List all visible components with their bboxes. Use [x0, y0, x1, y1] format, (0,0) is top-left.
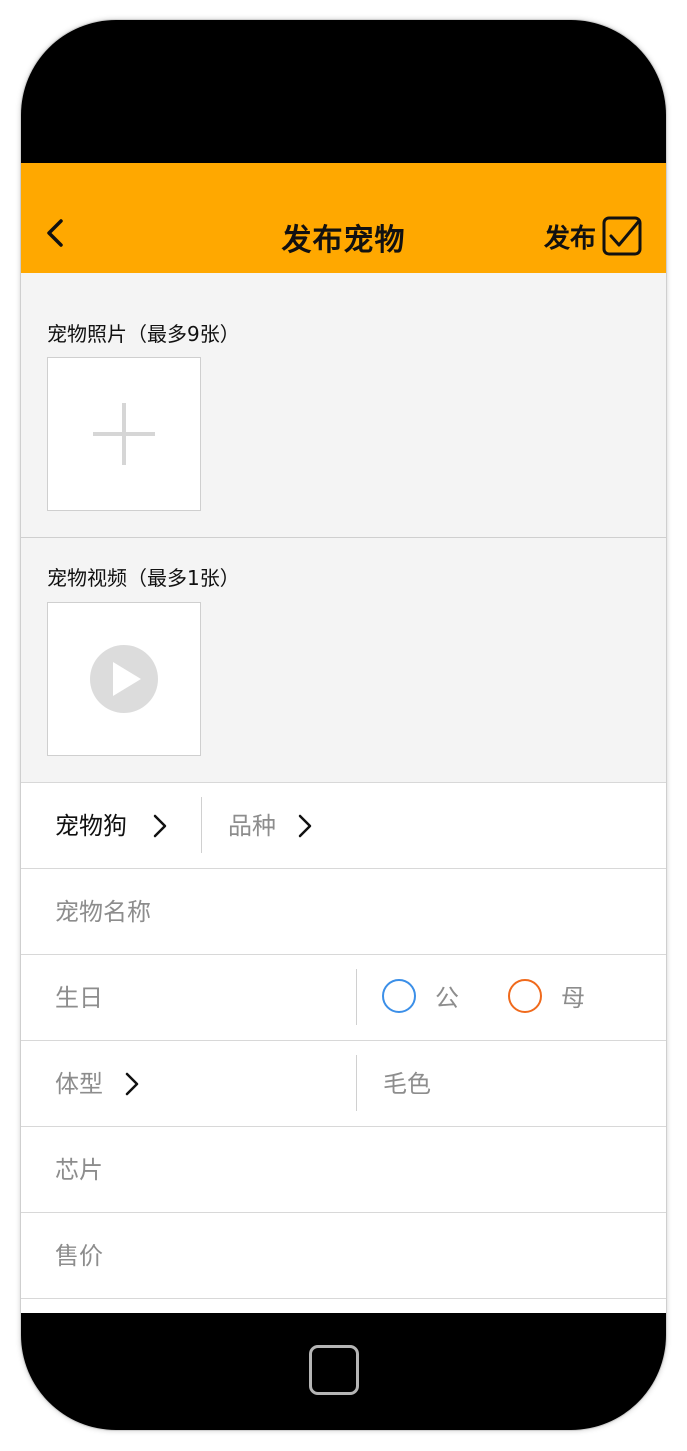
chevron-right-icon [298, 814, 312, 838]
chevron-right-icon [125, 1072, 139, 1096]
radio-circle-icon [382, 979, 416, 1013]
breed-selector[interactable]: 品种 [202, 783, 666, 869]
gender-female-radio[interactable]: 母 [487, 955, 597, 1041]
body-type-selector[interactable]: 体型 [21, 1041, 356, 1127]
pet-type-value: 宠物狗 [55, 812, 127, 840]
photos-section-title: 宠物照片（最多9张） [47, 322, 240, 346]
publish-label: 发布 [543, 223, 596, 254]
coat-color-field[interactable]: 毛色 [357, 1041, 666, 1127]
checkbox-check-icon [602, 216, 642, 256]
add-photo-button[interactable] [47, 357, 201, 511]
add-video-button[interactable] [47, 602, 201, 756]
home-button[interactable] [309, 1345, 359, 1395]
play-icon [90, 645, 158, 713]
next-row-partial [21, 1298, 666, 1313]
pet-name-field[interactable]: 宠物名称 [21, 868, 666, 954]
chip-field[interactable]: 芯片 [21, 1126, 666, 1212]
price-field[interactable]: 售价 [21, 1212, 666, 1298]
chevron-right-icon [153, 814, 167, 838]
pet-name-placeholder: 宠物名称 [55, 898, 151, 926]
gender-female-label: 母 [561, 984, 585, 1012]
birthday-gender-row: 生日 公 母 [21, 954, 666, 1040]
video-section-title: 宠物视频（最多1张） [47, 566, 240, 590]
coat-color-label: 毛色 [383, 1070, 431, 1098]
nav-bar: 发布宠物 发布 [21, 163, 666, 273]
price-label: 售价 [55, 1242, 103, 1270]
category-row: 宠物狗 品种 [21, 782, 666, 868]
gender-male-label: 公 [435, 984, 459, 1012]
body-coat-row: 体型 毛色 [21, 1040, 666, 1126]
publish-button[interactable]: 发布 [544, 215, 642, 257]
chip-label: 芯片 [55, 1156, 103, 1184]
breed-label: 品种 [228, 812, 276, 840]
phone-frame: 发布宠物 发布 宠物照片（最多9张） 宠物视频（最多1张） 宠物狗 品种 宠物名… [21, 20, 666, 1430]
radio-circle-icon [508, 979, 542, 1013]
gender-male-radio[interactable]: 公 [357, 955, 467, 1041]
plus-icon [93, 403, 155, 465]
app-screen: 发布宠物 发布 宠物照片（最多9张） 宠物视频（最多1张） 宠物狗 品种 宠物名… [21, 163, 666, 1313]
body-type-label: 体型 [55, 1070, 103, 1098]
pet-type-selector[interactable]: 宠物狗 [21, 783, 201, 869]
birthday-field[interactable]: 生日 [21, 955, 356, 1041]
birthday-label: 生日 [55, 984, 103, 1012]
section-divider [21, 537, 666, 538]
